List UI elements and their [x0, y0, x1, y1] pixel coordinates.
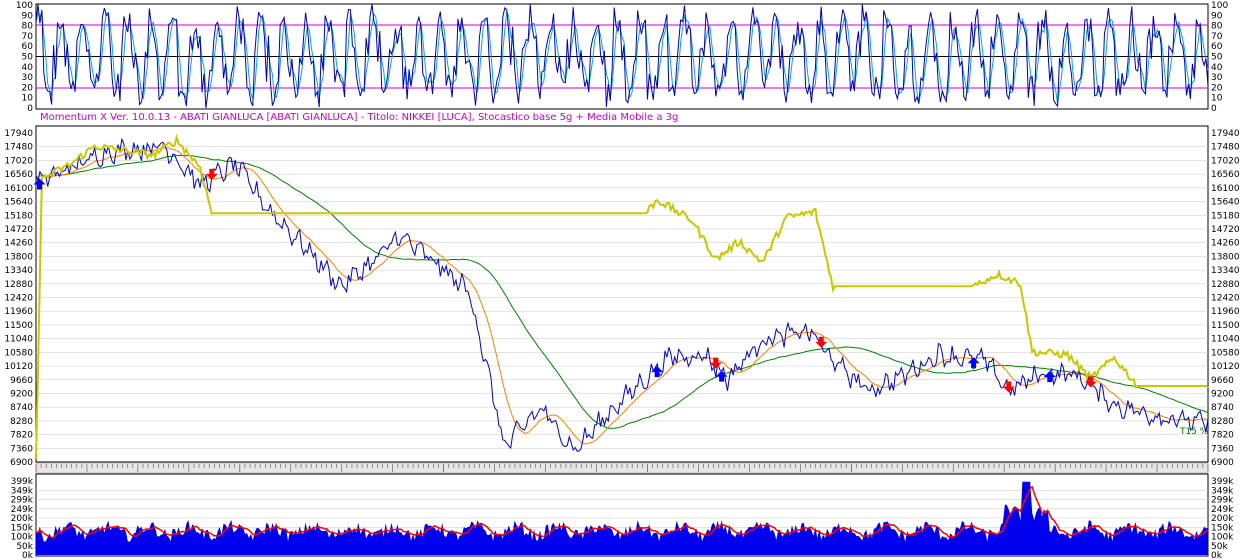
oscillator-ticks-right: 1009080706050403020100: [1211, 1, 1228, 114]
y-tick-label-left: 15180: [4, 211, 33, 221]
y-tick-label-right: 16100: [1211, 184, 1240, 194]
y-tick-label-right: 40: [1211, 63, 1223, 73]
price-ticks-left: 17940 17480 17020 16560 16100 15640 15180 14720…: [4, 129, 33, 468]
y-tick-label-right: 8740: [1211, 403, 1234, 413]
y-tick-label-left: 7360: [10, 444, 33, 454]
y-tick-label-right: 11040: [1211, 335, 1240, 345]
y-tick-label-right: 16560: [1211, 170, 1240, 180]
y-tick-label-left: 17480: [4, 143, 33, 153]
volume-ticks-left: 399k349k299k249k200k150k100k50k0k: [11, 477, 34, 560]
momentum-chart: 1009080706050403020100 10090807060504030…: [4, 1, 1240, 560]
y-tick-label-left: 9660: [10, 376, 33, 386]
y-tick-label-right: 7820: [1211, 431, 1234, 441]
y-tick-label-right: 20: [1211, 83, 1223, 93]
price-panel: 17940 17480 17020 16560 16100 15640 15180 14720…: [4, 125, 1240, 468]
y-tick-label-left: 7820: [10, 431, 33, 441]
y-tick-label-left: 70: [22, 32, 34, 42]
y-tick-label-left: 10120: [4, 362, 33, 372]
y-tick-label-left: 20: [22, 83, 34, 93]
y-tick-label-left: 8280: [10, 417, 33, 427]
y-tick-label-left: 13800: [4, 252, 33, 262]
y-tick-label-right: 17480: [1211, 143, 1240, 153]
y-tick-label-left: 8740: [10, 403, 33, 413]
t15-annotation: T15 %: [1179, 427, 1209, 437]
y-tick-label-right: 13800: [1211, 252, 1240, 262]
y-tick-label-right: 15180: [1211, 211, 1240, 221]
y-tick-label-left: 80: [22, 22, 34, 32]
volume-panel: 399k349k299k249k200k150k100k50k0k 399k34…: [11, 473, 1234, 560]
y-tick-label-left: 0k: [22, 551, 34, 560]
chart-title: Momentum X Ver. 10.0.13 - ABATI GIANLUCA…: [40, 112, 678, 123]
y-tick-label-left: 0: [27, 104, 33, 114]
y-tick-label-left: 9200: [10, 389, 33, 399]
y-tick-label-right: 10: [1211, 94, 1223, 104]
y-tick-label-left: 15640: [4, 198, 33, 208]
price-ticks-right: 17940 17480 17020 16560 16100 15640 15180 14720…: [1211, 129, 1240, 468]
y-tick-label-left: 11040: [4, 335, 33, 345]
oscillator-ticks-left: 1009080706050403020100: [16, 1, 33, 114]
y-tick-label-right: 12880: [1211, 280, 1240, 290]
y-tick-label-right: 9660: [1211, 376, 1234, 386]
y-tick-label-left: 14720: [4, 225, 33, 235]
y-tick-label-left: 100: [16, 1, 33, 11]
y-tick-label-right: 15640: [1211, 198, 1240, 208]
y-tick-label-right: 0k: [1211, 551, 1223, 560]
y-tick-label-left: 17940: [4, 129, 33, 139]
y-tick-label-left: 40: [22, 63, 34, 73]
y-tick-label-right: 6900: [1211, 458, 1234, 468]
y-tick-label-left: 30: [22, 73, 34, 83]
y-tick-label-right: 70: [1211, 32, 1223, 42]
y-tick-label-right: 100: [1211, 1, 1228, 11]
y-tick-label-right: 7360: [1211, 444, 1234, 454]
y-tick-label-right: 14260: [1211, 239, 1240, 249]
y-tick-label-right: 9200: [1211, 389, 1234, 399]
y-tick-label-right: 30: [1211, 73, 1223, 83]
y-tick-label-right: 11500: [1211, 321, 1240, 331]
y-tick-label-left: 16100: [4, 184, 33, 194]
y-tick-label-right: 17020: [1211, 156, 1240, 166]
y-tick-label-left: 16560: [4, 170, 33, 180]
y-tick-label-left: 10: [22, 94, 34, 104]
y-tick-label-left: 90: [22, 11, 34, 21]
y-tick-label-left: 12880: [4, 280, 33, 290]
y-tick-label-left: 17020: [4, 156, 33, 166]
y-tick-label-right: 90: [1211, 11, 1223, 21]
y-tick-label-right: 17940: [1211, 129, 1240, 139]
y-tick-label-left: 11960: [4, 307, 33, 317]
y-tick-label-right: 12420: [1211, 294, 1240, 304]
y-tick-label-right: 14720: [1211, 225, 1240, 235]
y-tick-label-left: 14260: [4, 239, 33, 249]
y-tick-label-right: 10580: [1211, 348, 1240, 358]
y-tick-label-right: 13340: [1211, 266, 1240, 276]
y-tick-label-right: 11960: [1211, 307, 1240, 317]
oscillator-panel: 1009080706050403020100 10090807060504030…: [16, 1, 1229, 114]
volume-ticks-right: 399k349k299k249k200k150k100k50k0k: [1211, 477, 1234, 560]
y-tick-label-left: 10580: [4, 348, 33, 358]
y-tick-label-left: 6900: [10, 458, 33, 468]
y-tick-label-right: 80: [1211, 22, 1223, 32]
y-tick-label-right: 60: [1211, 42, 1223, 52]
y-tick-label-left: 50: [22, 53, 34, 63]
y-tick-label-right: 10120: [1211, 362, 1240, 372]
y-tick-label-left: 13340: [4, 266, 33, 276]
y-tick-label-left: 60: [22, 42, 34, 52]
y-tick-label-left: 12420: [4, 294, 33, 304]
y-tick-label-right: 50: [1211, 53, 1223, 63]
y-tick-label-right: 0: [1211, 104, 1217, 114]
y-tick-label-left: 11500: [4, 321, 33, 331]
y-tick-label-right: 8280: [1211, 417, 1234, 427]
